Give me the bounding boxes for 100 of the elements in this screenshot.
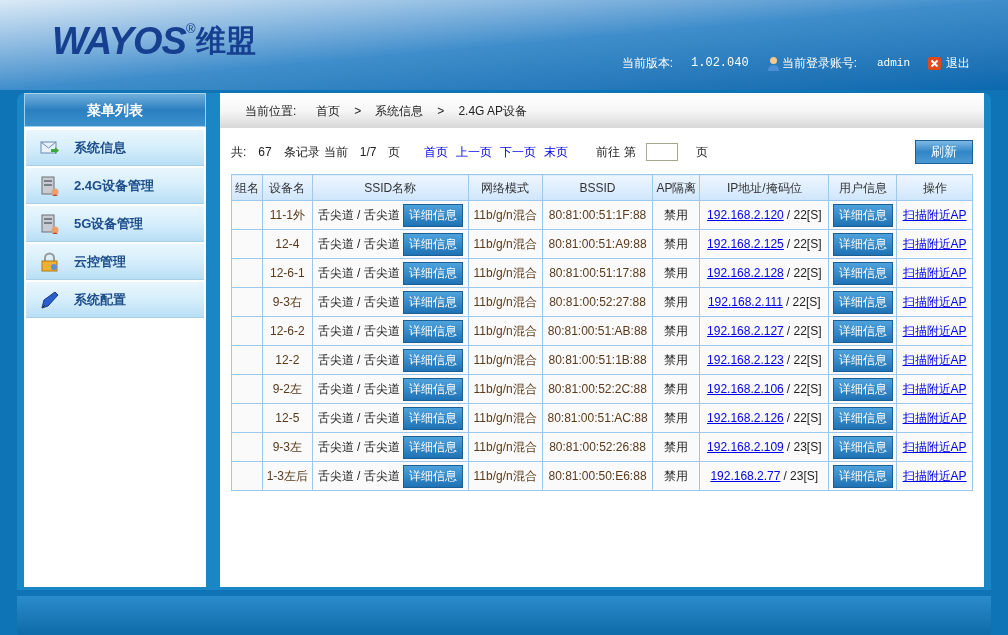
mask-text: / 22[S] [786,323,822,340]
table-cell: 11b/g/n混合 [468,229,543,259]
mask-text: / 22[S] [786,352,822,369]
details-button[interactable]: 详细信息 [402,319,463,343]
server-icon [40,213,60,234]
table-cell: 9-3右 [262,287,313,317]
page-input-field[interactable] [645,143,678,161]
sidebar-item[interactable]: 系统信息 [26,130,204,166]
page-label: 页 [388,144,401,161]
ssid-text: 舌尖道 / 舌尖道 [317,236,400,253]
ip-link[interactable]: 192.168.2.120 [707,206,784,224]
table-cell: 禁用 [652,287,700,317]
ssid-text: 舌尖道 / 舌尖道 [317,294,400,311]
table-cell: 禁用 [652,345,700,375]
details-button[interactable]: 详细信息 [832,464,893,488]
details-button[interactable]: 详细信息 [402,290,463,314]
details-button[interactable]: 详细信息 [832,232,893,256]
table-cell: 11b/g/n混合 [468,345,543,375]
ip-link[interactable]: 192.168.2.125 [707,235,784,253]
refresh-button[interactable]: 刷新 [915,140,973,164]
details-button[interactable]: 详细信息 [402,435,463,459]
mask-text: / 22[S] [786,207,822,224]
breadcrumb-separator: > [437,102,445,120]
details-button[interactable]: 详细信息 [402,232,463,256]
mask-text: / 23[S] [783,468,819,485]
table-cell: 12-6-1 [262,258,313,288]
sidebar-item[interactable]: 云控管理 [26,244,204,280]
details-button[interactable]: 详细信息 [832,261,893,285]
ip-link[interactable]: 192.168.2.109 [707,438,784,456]
mask-text: / 22[S] [786,265,822,282]
table-cell: 禁用 [652,200,700,230]
table-cell: 80:81:00:52:26:88 [542,432,653,462]
details-button[interactable]: 详细信息 [402,203,463,227]
breadcrumb-link[interactable]: 系统信息 [375,101,424,120]
details-button[interactable]: 详细信息 [832,377,893,401]
total-count: 67 [258,144,272,161]
total-label: 共: [231,144,247,161]
account-label: 当前登录账号: [781,55,857,72]
details-button[interactable]: 详细信息 [832,290,893,314]
ip-link[interactable]: 192.168.2.123 [707,351,784,369]
table-cell: 11b/g/n混合 [468,374,543,404]
ip-link[interactable]: 192.168.2.127 [707,322,784,340]
page-number: 1/7 [359,144,377,161]
ip-link[interactable]: 192.168.2.126 [707,409,784,427]
pagination-link[interactable]: 首页 [424,143,449,161]
table-cell: 11-1外 [262,200,313,230]
table-cell: 11b/g/n混合 [468,461,543,491]
sidebar-item[interactable]: 系统配置 [26,282,204,318]
pagination-link[interactable]: 末页 [544,143,569,161]
table-cell: 禁用 [652,403,700,433]
version-label: 当前版本: [621,55,674,72]
ip-link[interactable]: 192.168.2.111 [707,293,783,311]
column-header: IP地址/掩码位 [699,174,829,201]
sidebar-item[interactable]: 5G设备管理 [26,206,204,242]
ssid-text: 舌尖道 / 舌尖道 [317,207,400,224]
pagination-link[interactable]: 下一页 [500,143,537,161]
table-cell: 80:81:00:51:AB:88 [542,316,653,346]
table-cell: 禁用 [652,316,700,346]
sidebar-item[interactable]: 2.4G设备管理 [26,168,204,204]
column-header: SSID名称 [312,174,469,201]
table-cell: 12-4 [262,229,313,259]
column-header: 组名 [231,174,263,201]
details-button[interactable]: 详细信息 [402,377,463,401]
padlock-icon [40,251,60,272]
ip-link[interactable]: 192.168.2.128 [707,264,784,282]
server-icon [40,175,60,196]
details-button[interactable]: 详细信息 [832,319,893,343]
pen-icon [40,289,60,310]
page-suffix-label: 页 [695,144,708,161]
table-cell: 11b/g/n混合 [468,200,543,230]
table-cell: 80:81:00:51:1F:88 [542,200,653,230]
pagination-link[interactable]: 上一页 [456,143,493,161]
ip-link[interactable]: 192.168.2.77 [710,467,781,485]
records-label: 条记录 [283,144,320,161]
details-button[interactable]: 详细信息 [832,203,893,227]
breadcrumb-link[interactable]: 2.4G AP设备 [458,101,528,120]
table-cell: 80:81:00:50:E6:88 [542,461,653,491]
column-header: 网络模式 [468,174,543,201]
account-name: admin [877,55,910,71]
table-cell: 11b/g/n混合 [468,316,543,346]
details-button[interactable]: 详细信息 [402,261,463,285]
details-button[interactable]: 详细信息 [832,348,893,372]
close-icon [928,56,941,70]
details-button[interactable]: 详细信息 [832,406,893,430]
column-header: 设备名 [262,174,313,201]
breadcrumb-link[interactable]: 首页 [316,101,341,120]
ssid-text: 舌尖道 / 舌尖道 [317,468,400,485]
column-header: 用户信息 [828,174,897,201]
breadcrumb-label: 当前位置: [245,102,297,120]
details-button[interactable]: 详细信息 [402,348,463,372]
ssid-text: 舌尖道 / 舌尖道 [317,439,400,456]
details-button[interactable]: 详细信息 [402,406,463,430]
mask-text: / 23[S] [786,439,822,456]
logout-link[interactable]: 退出 [928,54,970,72]
details-button[interactable]: 详细信息 [832,435,893,459]
details-button[interactable]: 详细信息 [402,464,463,488]
mask-text: / 22[S] [785,294,821,311]
table-cell: 11b/g/n混合 [468,432,543,462]
ip-link[interactable]: 192.168.2.106 [707,380,784,398]
table-cell: 80:81:00:51:1B:88 [542,345,653,375]
